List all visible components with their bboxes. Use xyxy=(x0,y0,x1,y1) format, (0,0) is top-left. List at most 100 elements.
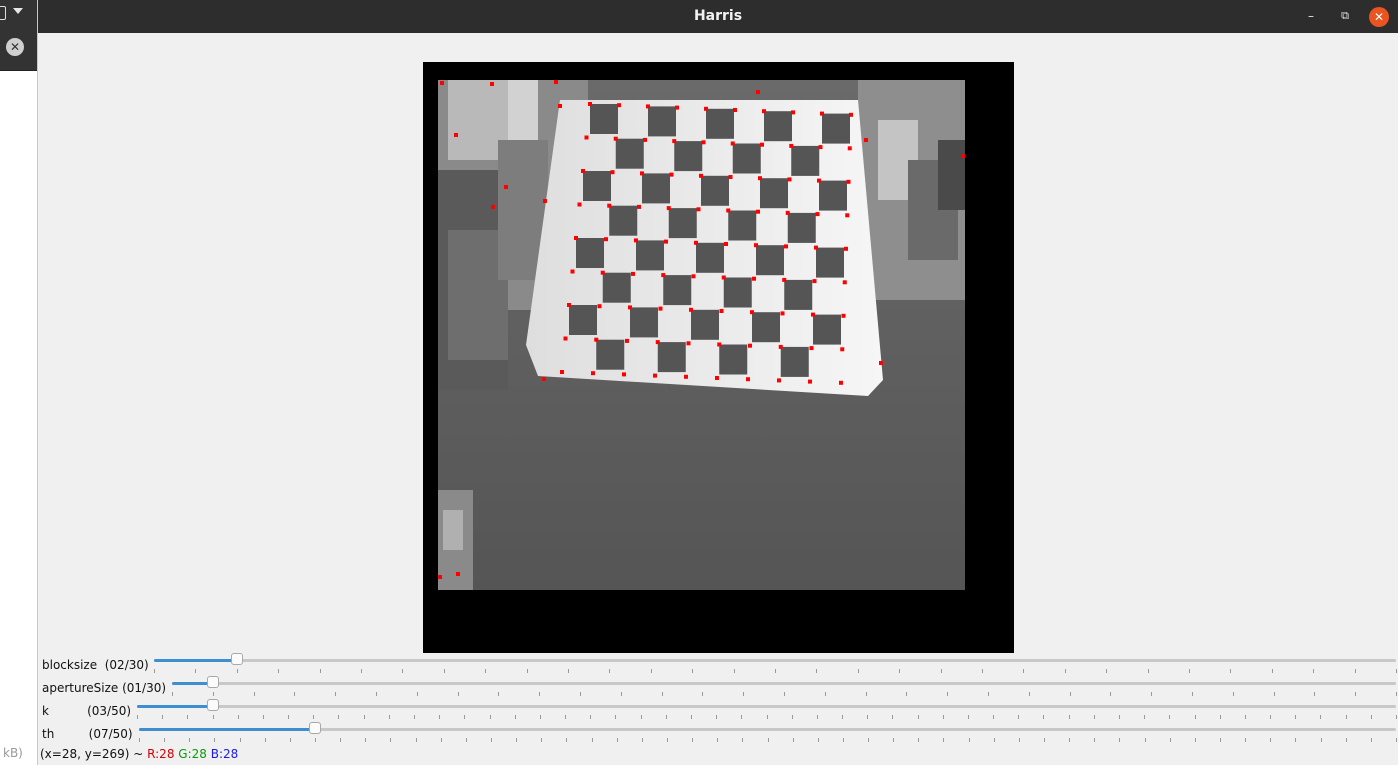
slider-tick xyxy=(214,738,216,742)
trackbar-blocksize[interactable]: blocksize (02/30) xyxy=(38,651,1398,674)
slider-tick xyxy=(416,692,418,696)
slider-tick xyxy=(816,669,818,673)
slider-tick xyxy=(1028,692,1030,696)
slider-tick xyxy=(1119,738,1121,742)
slider-tick xyxy=(237,715,239,719)
slider-tick xyxy=(702,692,704,696)
corner-marker xyxy=(818,145,823,150)
corner-marker xyxy=(791,110,795,115)
slider-tick xyxy=(666,738,668,742)
slider-tick xyxy=(189,738,191,742)
slider-tick xyxy=(716,715,718,719)
checker-square xyxy=(791,145,820,176)
slider-tick xyxy=(775,669,776,673)
slider-tick xyxy=(988,692,989,696)
slider-tick xyxy=(541,738,543,742)
corner-marker xyxy=(625,338,629,343)
slider-tick xyxy=(1194,715,1196,719)
image-display[interactable] xyxy=(423,62,1014,653)
minimize-button[interactable]: – xyxy=(1301,7,1321,27)
trackbar-aperturesize[interactable]: apertureSize (01/30) xyxy=(38,674,1398,697)
slider-tick xyxy=(465,738,467,742)
maximize-button[interactable]: ⧉ xyxy=(1335,7,1355,27)
close-icon[interactable]: ✕ xyxy=(6,38,24,56)
slider-tick xyxy=(899,669,901,673)
corner-marker xyxy=(717,342,722,347)
slider-tick xyxy=(1295,738,1297,742)
corner-marker xyxy=(691,274,696,279)
blue-value: B:28 xyxy=(210,747,239,761)
slider-tick xyxy=(516,738,518,742)
corner-marker xyxy=(490,82,494,86)
checker-square xyxy=(657,342,686,373)
slider-tick xyxy=(253,692,255,696)
slider-handle[interactable] xyxy=(206,676,219,688)
slider-tick xyxy=(692,738,694,742)
slider-tick xyxy=(361,669,362,673)
corner-marker xyxy=(842,280,847,285)
menu-icon[interactable] xyxy=(0,6,6,20)
slider-tick xyxy=(526,669,528,673)
corner-marker xyxy=(664,239,668,244)
trackbar-k[interactable]: k (03/50) xyxy=(38,697,1398,720)
checker-square xyxy=(813,314,841,345)
slider-track[interactable] xyxy=(137,699,1396,711)
corner-marker xyxy=(438,575,442,579)
slider-tick xyxy=(1245,738,1247,742)
slider-handle[interactable] xyxy=(308,722,321,734)
slider-tick xyxy=(172,692,173,696)
corner-marker xyxy=(782,277,787,282)
slider-tick xyxy=(390,738,392,742)
trackbar-th[interactable]: th (07/50) xyxy=(38,720,1398,743)
slider-tick xyxy=(415,738,417,742)
background-window-header: ✕ xyxy=(0,0,37,71)
slider-fill xyxy=(137,705,213,708)
dropdown-arrow-icon[interactable] xyxy=(13,8,23,14)
slider-tick xyxy=(580,692,581,696)
trackbar-label-k: k (03/50) xyxy=(42,704,132,718)
slider-tick xyxy=(867,715,869,719)
slider-tick xyxy=(195,669,197,673)
slider-track[interactable] xyxy=(139,722,1396,734)
window-titlebar[interactable]: Harris – ⧉ ✕ xyxy=(38,0,1398,33)
slider-tick xyxy=(609,669,611,673)
slider-tick xyxy=(1355,692,1357,696)
corner-marker xyxy=(746,377,750,382)
corner-marker xyxy=(456,572,460,576)
slider-tick xyxy=(1023,669,1025,673)
corner-marker xyxy=(658,306,663,311)
corner-marker xyxy=(758,176,762,181)
slider-handle[interactable] xyxy=(230,653,243,665)
trackbar-label-th: th (07/50) xyxy=(42,727,133,741)
corner-marker xyxy=(815,212,820,217)
corner-marker xyxy=(640,171,644,176)
checker-square xyxy=(728,210,757,241)
corner-marker xyxy=(789,143,794,148)
slider-track[interactable] xyxy=(172,676,1396,688)
slider-tick xyxy=(1018,738,1020,742)
corner-marker xyxy=(756,90,760,94)
slider-tick xyxy=(340,738,342,742)
slider-tick xyxy=(187,715,189,719)
slider-tick xyxy=(868,738,870,742)
corner-marker xyxy=(504,185,508,189)
slider-tick xyxy=(137,715,138,719)
slider-tick xyxy=(288,715,290,719)
slider-fill xyxy=(139,728,315,731)
checker-square xyxy=(630,307,658,338)
slider-tick xyxy=(278,669,280,673)
corner-marker xyxy=(760,142,764,147)
checker-square xyxy=(822,113,850,144)
slider-track[interactable] xyxy=(154,653,1396,665)
slider-tick xyxy=(1295,715,1297,719)
corner-marker xyxy=(631,271,635,276)
slider-tick xyxy=(1273,692,1275,696)
slider-tick xyxy=(817,738,819,742)
slider-tick xyxy=(443,669,445,673)
corner-marker xyxy=(785,210,790,215)
slider-handle[interactable] xyxy=(206,699,219,711)
close-window-button[interactable]: ✕ xyxy=(1369,7,1389,27)
slider-tick xyxy=(1068,715,1070,719)
slider-tick xyxy=(942,715,944,719)
corner-marker xyxy=(643,137,647,142)
